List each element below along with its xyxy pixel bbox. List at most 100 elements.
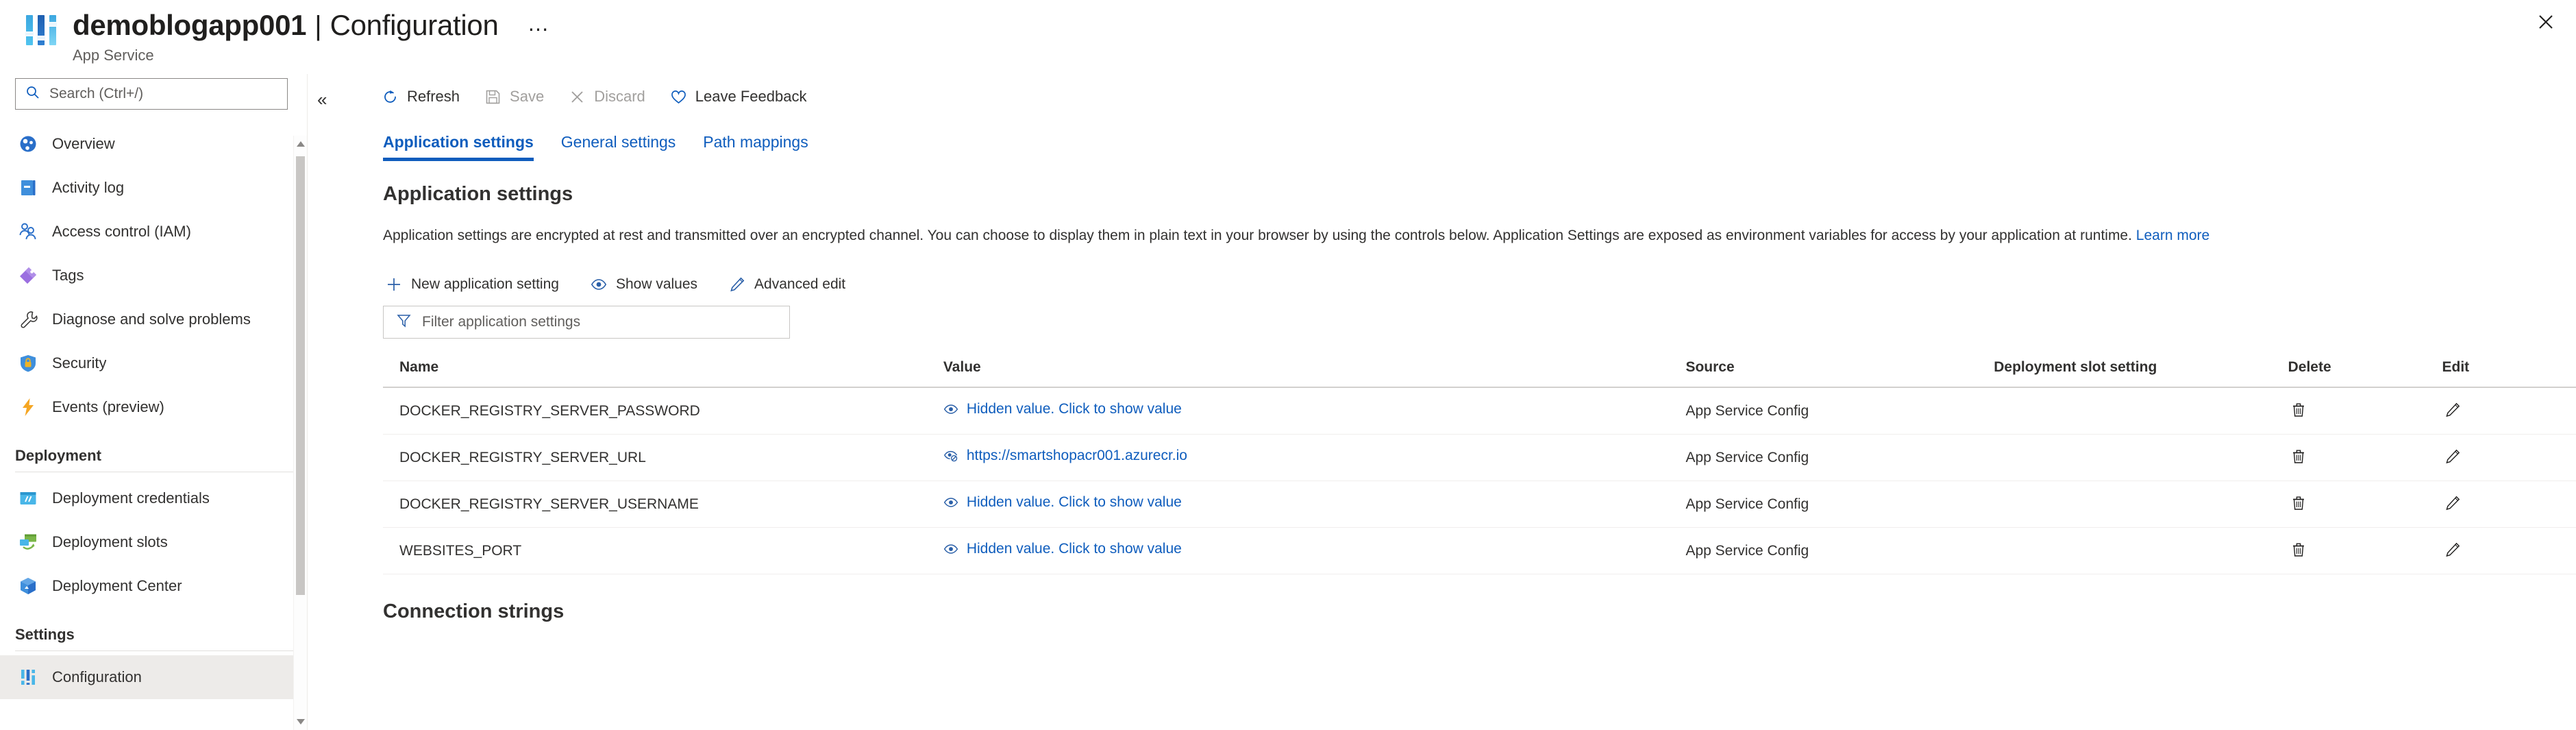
new-application-setting-label: New application setting xyxy=(411,276,559,292)
delete-cell xyxy=(2288,387,2442,435)
eye-icon xyxy=(943,402,958,417)
resource-menu-sidebar: Overview Activity log xyxy=(0,74,308,730)
table-row[interactable]: DOCKER_REGISTRY_SERVER_PASSWORD Hidden v… xyxy=(383,387,2576,435)
access-control-people-icon xyxy=(15,219,41,245)
scrollbar-thumb[interactable] xyxy=(296,156,305,595)
sidebar-item-events[interactable]: Events (preview) xyxy=(0,385,307,429)
edit-cell xyxy=(2442,434,2576,481)
setting-slot xyxy=(1994,387,2288,435)
wrench-icon xyxy=(15,306,41,332)
column-header-name[interactable]: Name xyxy=(383,359,943,388)
setting-name: WEBSITES_PORT xyxy=(383,527,943,574)
show-value-link[interactable]: Hidden value. Click to show value xyxy=(943,401,1182,417)
refresh-icon xyxy=(382,88,399,106)
lightning-bolt-icon xyxy=(15,394,41,420)
discard-button[interactable]: Discard xyxy=(556,80,658,113)
scroll-up-arrow-icon[interactable] xyxy=(297,141,305,147)
main-panel: « Refresh Save Discard Leave Feedback Ap… xyxy=(308,74,2576,730)
trash-icon[interactable] xyxy=(2288,539,2309,560)
sidebar-item-deployment-credentials[interactable]: Deployment credentials xyxy=(0,476,307,520)
sidebar-item-deployment-center[interactable]: Deployment Center xyxy=(0,564,307,608)
table-row[interactable]: DOCKER_REGISTRY_SERVER_USERNAME Hidden v… xyxy=(383,480,2576,528)
show-value-link[interactable]: Hidden value. Click to show value xyxy=(943,494,1182,511)
show-value-link[interactable]: Hidden value. Click to show value xyxy=(943,541,1182,557)
show-values-button[interactable]: Show values xyxy=(588,270,710,299)
setting-source: App Service Config xyxy=(1685,527,1994,574)
funnel-icon xyxy=(396,313,412,332)
close-icon[interactable] xyxy=(2531,7,2561,37)
title-row: demoblogapp001 | Configuration … App Ser… xyxy=(22,10,2576,64)
setting-slot xyxy=(1994,434,2288,481)
new-application-setting-button[interactable]: New application setting xyxy=(383,270,571,299)
edit-cell xyxy=(2442,480,2576,528)
table-row[interactable]: WEBSITES_PORT Hidden value. Click to sho… xyxy=(383,527,2576,574)
application-settings-section: Application settings Application setting… xyxy=(335,162,2576,574)
column-header-source[interactable]: Source xyxy=(1685,359,1994,388)
discard-x-icon xyxy=(569,88,586,106)
sidebar-item-diagnose[interactable]: Diagnose and solve problems xyxy=(0,297,307,341)
filter-box[interactable] xyxy=(383,306,790,339)
sidebar-item-configuration[interactable]: Configuration xyxy=(0,655,307,699)
nav-group-settings: Settings xyxy=(15,626,75,643)
blade-header: demoblogapp001 | Configuration … App Ser… xyxy=(0,0,2576,74)
pencil-icon[interactable] xyxy=(2442,446,2463,467)
nav-group-deployment: Deployment xyxy=(15,447,101,464)
pencil-icon[interactable] xyxy=(2442,400,2463,420)
setting-value-cell: Hidden value. Click to show value xyxy=(943,387,1686,435)
sidebar-item-overview[interactable]: Overview xyxy=(0,122,307,166)
search-input[interactable] xyxy=(48,85,280,103)
setting-value-cell: https://smartshopacr001.azurecr.io xyxy=(943,434,1686,481)
setting-value-text: https://smartshopacr001.azurecr.io xyxy=(966,448,1187,463)
sidebar-item-label: Deployment Center xyxy=(52,577,182,594)
scroll-down-arrow-icon[interactable] xyxy=(297,719,305,725)
trash-icon[interactable] xyxy=(2288,400,2309,420)
search-icon xyxy=(25,85,40,104)
column-header-value[interactable]: Value xyxy=(943,359,1686,388)
tab-application-settings[interactable]: Application settings xyxy=(369,127,547,162)
save-button[interactable]: Save xyxy=(472,80,556,113)
refresh-button[interactable]: Refresh xyxy=(369,80,472,113)
resource-type-label: App Service xyxy=(73,47,154,64)
column-header-edit[interactable]: Edit xyxy=(2442,359,2576,388)
setting-source: App Service Config xyxy=(1685,434,1994,481)
sidebar-item-access-control[interactable]: Access control (IAM) xyxy=(0,210,307,254)
column-header-delete[interactable]: Delete xyxy=(2288,359,2442,388)
section-description-text: Application settings are encrypted at re… xyxy=(383,228,2132,243)
leave-feedback-button[interactable]: Leave Feedback xyxy=(658,80,819,113)
sidebar-item-label: Events (preview) xyxy=(52,398,164,415)
setting-name: DOCKER_REGISTRY_SERVER_PASSWORD xyxy=(383,387,943,435)
tags-icon xyxy=(15,263,41,289)
search-container xyxy=(0,78,307,110)
overview-globe-icon xyxy=(15,131,41,157)
nav-list: Overview Activity log Access control (IA… xyxy=(0,122,307,699)
sidebar-item-label: Deployment credentials xyxy=(52,489,210,507)
tab-general-settings[interactable]: General settings xyxy=(547,127,689,162)
column-header-slot[interactable]: Deployment slot setting xyxy=(1994,359,2288,388)
advanced-edit-button[interactable]: Advanced edit xyxy=(726,270,858,299)
nav-divider xyxy=(15,650,307,651)
more-options-button[interactable]: … xyxy=(522,12,557,40)
table-row[interactable]: DOCKER_REGISTRY_SERVER_URL https://smart… xyxy=(383,434,2576,481)
heart-icon xyxy=(670,88,687,106)
pencil-icon[interactable] xyxy=(2442,493,2463,513)
collapse-sidebar-button[interactable]: « xyxy=(314,88,330,111)
trash-icon[interactable] xyxy=(2288,446,2309,467)
title-separator: | xyxy=(314,11,322,41)
pencil-icon[interactable] xyxy=(2442,539,2463,560)
search-box[interactable] xyxy=(15,78,288,110)
sidebar-scrollbar[interactable] xyxy=(293,136,307,730)
sidebar-item-label: Overview xyxy=(52,135,115,152)
trash-icon[interactable] xyxy=(2288,493,2309,513)
learn-more-link[interactable]: Learn more xyxy=(2136,228,2209,243)
sidebar-item-tags[interactable]: Tags xyxy=(0,254,307,297)
hide-value-link[interactable]: https://smartshopacr001.azurecr.io xyxy=(943,448,1187,464)
edit-cell xyxy=(2442,387,2576,435)
delete-cell xyxy=(2288,527,2442,574)
sidebar-item-activity-log[interactable]: Activity log xyxy=(0,166,307,210)
page-title: demoblogapp001 | Configuration … xyxy=(73,10,557,42)
filter-input[interactable] xyxy=(421,313,781,331)
sidebar-item-deployment-slots[interactable]: Deployment slots xyxy=(0,520,307,564)
sidebar-item-security[interactable]: Security xyxy=(0,341,307,385)
tab-path-mappings[interactable]: Path mappings xyxy=(689,127,821,162)
configuration-sliders-icon xyxy=(15,664,41,690)
